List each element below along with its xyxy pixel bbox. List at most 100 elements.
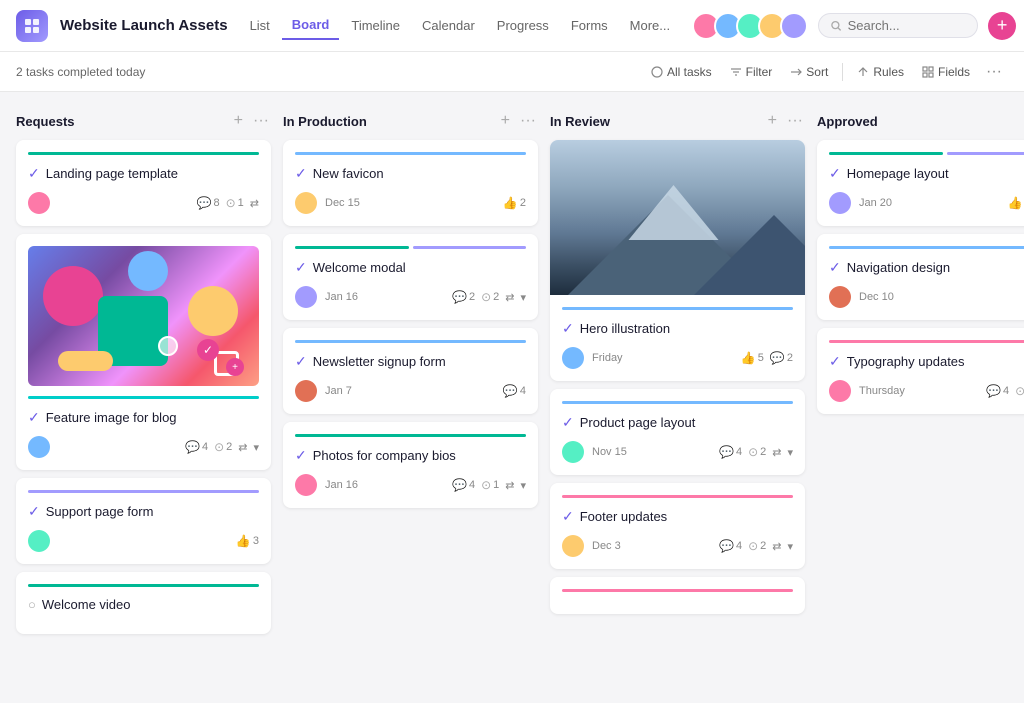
nav-progress[interactable]: Progress: [487, 12, 559, 39]
check-icon: ✓: [829, 353, 841, 370]
card-footer: 👍3: [28, 530, 259, 552]
check-icon: ✓: [28, 165, 40, 182]
col-more-requests[interactable]: ···: [251, 112, 271, 130]
card-meta: 💬4 ⊙2 ⇄ ▾: [185, 440, 259, 454]
check-icon: ✓: [295, 259, 307, 276]
nav-tabs: List Board Timeline Calendar Progress Fo…: [240, 11, 681, 40]
rules-icon: [857, 66, 869, 78]
col-title-in-review: In Review: [550, 114, 760, 129]
card-date: Jan 16: [325, 479, 358, 491]
comment-count: 💬4: [719, 445, 742, 459]
card-support-page: ✓ Support page form 👍3: [16, 478, 271, 564]
card-bar: [28, 584, 259, 587]
card-meta: 💬8 ⊙1 ⇄: [197, 196, 259, 210]
card-title: ✓ Welcome modal: [295, 259, 526, 276]
column-approved: Approved + ··· ✓ Homepage layout Jan 20 …: [817, 108, 1024, 422]
branch-icon: ⇄: [238, 441, 247, 454]
card-title: ✓ Support page form: [28, 503, 259, 520]
card-bar: [562, 401, 793, 404]
col-add-in-production[interactable]: +: [499, 112, 512, 130]
subtask-count: ⊙1: [226, 196, 244, 210]
card-footer-updates: ✓ Footer updates Dec 3 💬4 ⊙2 ⇄ ▾: [550, 483, 805, 569]
toolbar-more-button[interactable]: ···: [980, 63, 1008, 81]
avatar: [829, 192, 851, 214]
subtask-count: ⊙1: [481, 478, 499, 492]
rules-button[interactable]: Rules: [849, 61, 912, 83]
card-date: Thursday: [859, 385, 905, 397]
sort-icon: [790, 66, 802, 78]
sort-button[interactable]: Sort: [782, 61, 836, 83]
dropdown-icon[interactable]: ▾: [520, 291, 526, 304]
card-meta: 💬4 ⊙2 ⇄ ▾: [719, 539, 793, 553]
thumbs-count: 👍2: [1008, 196, 1024, 210]
thumbs-count: 👍2: [503, 196, 526, 210]
comment-count: 💬4: [719, 539, 742, 553]
nav-more[interactable]: More...: [620, 12, 680, 39]
comment-count: 💬4: [986, 384, 1009, 398]
all-tasks-button[interactable]: All tasks: [643, 61, 720, 83]
shape8: ✓: [197, 339, 219, 361]
card-navigation-design: ✓ Navigation design Dec 10 💬3: [817, 234, 1024, 320]
card-date: Jan 7: [325, 385, 352, 397]
dropdown-icon[interactable]: ▾: [520, 479, 526, 492]
card-footer: Jan 7 💬4: [295, 380, 526, 402]
col-add-in-review[interactable]: +: [766, 112, 779, 130]
col-more-in-review[interactable]: ···: [785, 112, 805, 130]
dual-bar: [295, 246, 526, 249]
nav-calendar[interactable]: Calendar: [412, 12, 485, 39]
col-actions-requests: + ···: [232, 112, 271, 130]
dropdown-icon[interactable]: ▾: [787, 540, 793, 553]
add-button[interactable]: +: [988, 12, 1016, 40]
comment-count: 💬2: [452, 290, 475, 304]
avatar: [28, 436, 50, 458]
nav-timeline[interactable]: Timeline: [341, 12, 410, 39]
card-homepage-layout: ✓ Homepage layout Jan 20 👍2 💬4: [817, 140, 1024, 226]
nav-board[interactable]: Board: [282, 11, 340, 40]
branch-icon: ⇄: [772, 540, 781, 553]
filter-button[interactable]: Filter: [722, 61, 781, 83]
fields-button[interactable]: Fields: [914, 61, 978, 83]
header: Website Launch Assets List Board Timelin…: [0, 0, 1024, 52]
card-hero-illustration: ✓ Hero illustration Friday 👍5 💬2: [550, 140, 805, 381]
card-footer: Nov 15 💬4 ⊙2 ⇄ ▾: [562, 441, 793, 463]
search-input[interactable]: [848, 18, 965, 33]
nav-forms[interactable]: Forms: [561, 12, 618, 39]
card-bar: [829, 246, 1024, 249]
branch-icon: ⇄: [505, 291, 514, 304]
col-add-requests[interactable]: +: [232, 112, 245, 130]
thumbs-count: 👍3: [236, 534, 259, 548]
shape5: [58, 351, 113, 371]
card-title: ✓ Footer updates: [562, 508, 793, 525]
subtask-count: ⊙2: [748, 539, 766, 553]
column-requests: Requests + ··· ✓ Landing page template 💬…: [16, 108, 271, 642]
card-title: ✓ Product page layout: [562, 414, 793, 431]
team-avatar-5: [780, 12, 808, 40]
bar-seg-purple: [947, 152, 1024, 155]
dropdown-icon[interactable]: ▾: [253, 441, 259, 454]
check-icon: ✓: [829, 165, 841, 182]
dropdown-icon[interactable]: ▾: [787, 446, 793, 459]
comment-count: 💬8: [197, 196, 220, 210]
card-bar: [562, 589, 793, 592]
nav-list[interactable]: List: [240, 12, 280, 39]
card-title: ✓ Landing page template: [28, 165, 259, 182]
shape9: +: [226, 358, 244, 376]
card-title: ✓ Homepage layout: [829, 165, 1024, 182]
check-icon: ✓: [295, 353, 307, 370]
bar-seg-purple: [413, 246, 527, 249]
card-image: ✓ +: [28, 246, 259, 386]
subtask-count: ⊙1: [1015, 384, 1024, 398]
comment-count: 💬4: [452, 478, 475, 492]
col-header-requests: Requests + ···: [16, 108, 271, 140]
col-title-requests: Requests: [16, 114, 226, 129]
check-icon: ✓: [28, 503, 40, 520]
card-typography-updates: ✓ Typography updates Thursday 💬4 ⊙1 ⇄ ▾: [817, 328, 1024, 414]
toolbar-divider: [842, 63, 843, 81]
avatar: [295, 380, 317, 402]
app-icon: [16, 10, 48, 42]
search-box[interactable]: [818, 13, 978, 38]
col-more-in-production[interactable]: ···: [518, 112, 538, 130]
comment-count: 💬4: [185, 440, 208, 454]
check-icon: ✓: [562, 320, 574, 337]
card-date: Friday: [592, 352, 623, 364]
